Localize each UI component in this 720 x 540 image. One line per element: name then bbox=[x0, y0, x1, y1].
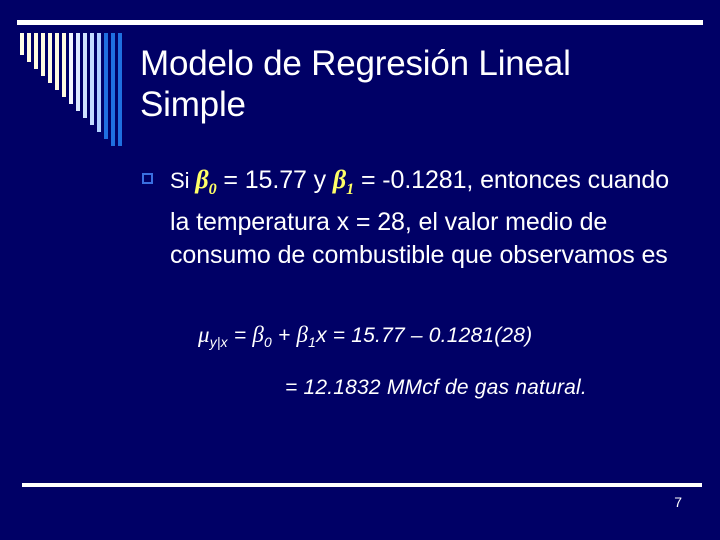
page-title: Modelo de Regresión Lineal Simple bbox=[140, 44, 571, 124]
formula-line-1-rest: = 15.77 – 0.1281(28) bbox=[326, 324, 533, 347]
motif-bar bbox=[69, 33, 73, 104]
formula-line-1: μy|x = β0 + β1x = 15.77 – 0.1281(28) bbox=[198, 322, 532, 350]
formula-beta-zero: β bbox=[252, 322, 265, 347]
beta-zero-glyph: β bbox=[195, 165, 209, 194]
motif-bar bbox=[111, 33, 115, 146]
list-item: Si β0 = 15.77 y β1 = -0.1281, entonces c… bbox=[140, 163, 690, 272]
page-number: 7 bbox=[674, 494, 682, 510]
beta-one-symbol: β1 bbox=[332, 165, 354, 198]
motif-bar bbox=[90, 33, 94, 125]
beta-zero-symbol: β0 bbox=[195, 165, 216, 198]
bullet-lead-word: Si bbox=[170, 168, 196, 193]
motif-bar bbox=[76, 33, 80, 111]
motif-bar bbox=[55, 33, 59, 90]
body-content: Si β0 = 15.77 y β1 = -0.1281, entonces c… bbox=[140, 163, 690, 272]
mu-symbol: μ bbox=[198, 322, 210, 347]
motif-bar bbox=[34, 33, 38, 69]
mu-subscript: y|x bbox=[209, 334, 228, 351]
motif-bar bbox=[27, 33, 31, 62]
square-bullet-icon bbox=[142, 173, 153, 184]
motif-bar bbox=[83, 33, 87, 118]
motif-bar bbox=[48, 33, 52, 83]
motif-bar bbox=[97, 33, 101, 132]
formula-beta-zero-subscript: 0 bbox=[264, 334, 272, 351]
descending-bar-motif bbox=[20, 33, 130, 148]
formula-beta-one-subscript: 1 bbox=[308, 334, 317, 351]
slide-canvas: Modelo de Regresión Lineal Simple Si β0 … bbox=[0, 0, 720, 540]
formula-beta-one: β bbox=[296, 322, 309, 347]
motif-bar bbox=[20, 33, 24, 55]
motif-bar bbox=[41, 33, 45, 76]
bullet-mid-1: = 15.77 y bbox=[216, 166, 333, 194]
motif-bar bbox=[118, 33, 122, 146]
bullet-text: Si β0 = 15.77 y β1 = -0.1281, entonces c… bbox=[170, 165, 669, 269]
formula-plus: + bbox=[271, 324, 297, 347]
beta-one-subscript: 1 bbox=[346, 181, 355, 199]
motif-bar bbox=[104, 33, 108, 139]
footer-divider-rule bbox=[22, 483, 702, 487]
beta-zero-subscript: 0 bbox=[208, 181, 217, 199]
formula-equals-1: = bbox=[227, 324, 253, 347]
formula-x-variable: x bbox=[316, 324, 327, 347]
formula-line-2: = 12.1832 MMcf de gas natural. bbox=[285, 376, 587, 399]
beta-one-glyph: β bbox=[332, 165, 347, 194]
motif-bar bbox=[62, 33, 66, 97]
header-divider-rule bbox=[17, 20, 703, 25]
